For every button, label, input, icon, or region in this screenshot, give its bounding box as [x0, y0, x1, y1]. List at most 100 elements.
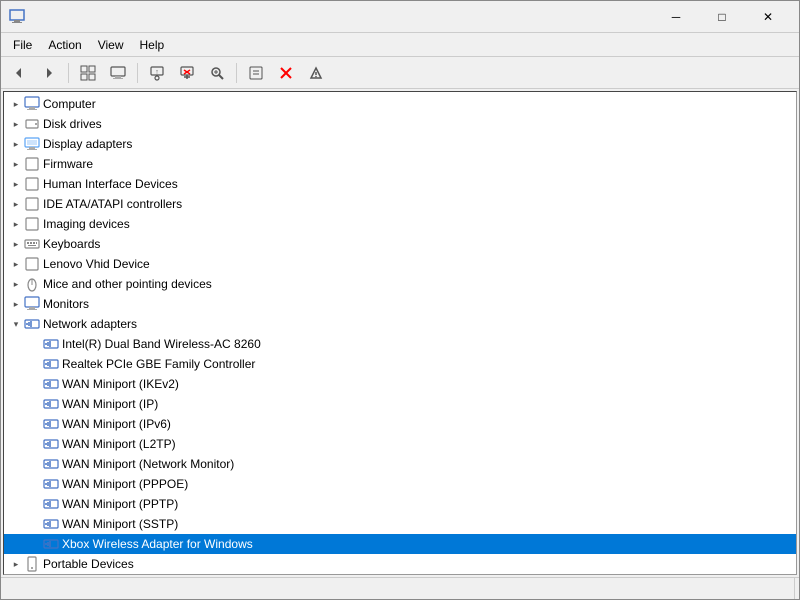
item-icon-computer: [24, 96, 40, 112]
update-driver-button[interactable]: ↑: [143, 60, 171, 86]
item-icon-portable: [24, 556, 40, 572]
item-icon-ide: [24, 196, 40, 212]
expander-placeholder: [27, 436, 43, 452]
item-icon-monitors: [24, 296, 40, 312]
expand-icon[interactable]: ▸: [8, 216, 24, 232]
expand-icon[interactable]: ▸: [8, 196, 24, 212]
expand-icon[interactable]: ▸: [8, 236, 24, 252]
show-devices-button[interactable]: [74, 60, 102, 86]
tree-item-wan-ip[interactable]: WAN Miniport (IP): [4, 394, 796, 414]
tree-item-wan-pppoe[interactable]: WAN Miniport (PPPOE): [4, 474, 796, 494]
tree-item-computer[interactable]: ▸ Computer: [4, 94, 796, 114]
tree-item-imaging[interactable]: ▸ Imaging devices: [4, 214, 796, 234]
item-label-firmware: Firmware: [43, 157, 93, 171]
item-icon-wan-ipv6: [43, 416, 59, 432]
tree-item-wan-pptp[interactable]: WAN Miniport (PPTP): [4, 494, 796, 514]
title-bar-left: [9, 9, 31, 25]
tree-item-lenovo[interactable]: ▸ Lenovo Vhid Device: [4, 254, 796, 274]
item-label-disk-drives: Disk drives: [43, 117, 102, 131]
menu-file[interactable]: File: [5, 36, 40, 54]
maximize-button[interactable]: □: [699, 1, 745, 33]
uninstall-button[interactable]: [173, 60, 201, 86]
properties2-button[interactable]: [302, 60, 330, 86]
item-label-mice: Mice and other pointing devices: [43, 277, 212, 291]
item-icon-hid: [24, 176, 40, 192]
menu-view[interactable]: View: [90, 36, 132, 54]
tree-item-realtek[interactable]: Realtek PCIe GBE Family Controller: [4, 354, 796, 374]
tree-item-disk-drives[interactable]: ▸ Disk drives: [4, 114, 796, 134]
item-label-wan-ikev2: WAN Miniport (IKEv2): [62, 377, 179, 391]
expand-icon[interactable]: ▸: [8, 136, 24, 152]
tree-item-keyboards[interactable]: ▸ Keyboards: [4, 234, 796, 254]
item-icon-disk-drives: [24, 116, 40, 132]
expand-icon[interactable]: ▸: [8, 116, 24, 132]
computer-view-button[interactable]: [104, 60, 132, 86]
item-icon-intel-dual: [43, 336, 59, 352]
menu-bar: File Action View Help: [1, 33, 799, 57]
device-tree[interactable]: ▸ Computer ▸ Disk drives ▸ Display adapt…: [3, 91, 797, 575]
item-label-monitors: Monitors: [43, 297, 89, 311]
item-icon-wan-netmon: [43, 456, 59, 472]
close-button[interactable]: ✕: [745, 1, 791, 33]
item-label-realtek: Realtek PCIe GBE Family Controller: [62, 357, 255, 371]
expand-icon[interactable]: ▸: [8, 96, 24, 112]
tree-item-ide[interactable]: ▸ IDE ATA/ATAPI controllers: [4, 194, 796, 214]
tree-item-portable[interactable]: ▸ Portable Devices: [4, 554, 796, 574]
status-bar: [1, 577, 799, 599]
tree-item-wan-sstp[interactable]: WAN Miniport (SSTP): [4, 514, 796, 534]
computer-view-icon: [110, 65, 126, 81]
expand-icon[interactable]: ▸: [8, 256, 24, 272]
item-icon-keyboards: [24, 236, 40, 252]
tree-item-hid[interactable]: ▸ Human Interface Devices: [4, 174, 796, 194]
item-icon-wan-ip: [43, 396, 59, 412]
toolbar-sep-2: [137, 63, 138, 83]
show-devices-icon: [80, 65, 96, 81]
expand-icon[interactable]: ▸: [8, 276, 24, 292]
item-icon-wan-pppoe: [43, 476, 59, 492]
scan-hardware-icon: [209, 65, 225, 81]
update-driver-icon: ↑: [149, 65, 165, 81]
item-label-display-adapters: Display adapters: [43, 137, 132, 151]
tree-item-wan-l2tp[interactable]: WAN Miniport (L2TP): [4, 434, 796, 454]
item-icon-display-adapters: [24, 136, 40, 152]
properties2-icon: [308, 65, 324, 81]
properties1-button[interactable]: [242, 60, 270, 86]
forward-button[interactable]: [35, 60, 63, 86]
tree-item-xbox[interactable]: Xbox Wireless Adapter for Windows: [4, 534, 796, 554]
item-label-portable: Portable Devices: [43, 557, 134, 571]
tree-item-intel-dual[interactable]: Intel(R) Dual Band Wireless-AC 8260: [4, 334, 796, 354]
back-button[interactable]: [5, 60, 33, 86]
status-text: [5, 578, 795, 599]
item-label-wan-pppoe: WAN Miniport (PPPOE): [62, 477, 188, 491]
delete-button[interactable]: [272, 60, 300, 86]
tree-item-wan-ikev2[interactable]: WAN Miniport (IKEv2): [4, 374, 796, 394]
item-icon-wan-l2tp: [43, 436, 59, 452]
menu-action[interactable]: Action: [40, 36, 89, 54]
tree-item-print-queues[interactable]: ▸ Print queues: [4, 574, 796, 575]
collapse-icon[interactable]: ▾: [8, 316, 24, 332]
tree-item-network[interactable]: ▾ Network adapters: [4, 314, 796, 334]
tree-item-display-adapters[interactable]: ▸ Display adapters: [4, 134, 796, 154]
menu-help[interactable]: Help: [132, 36, 173, 54]
toolbar-sep-1: [68, 63, 69, 83]
item-label-xbox: Xbox Wireless Adapter for Windows: [62, 537, 253, 551]
expander-placeholder: [27, 476, 43, 492]
expand-icon[interactable]: ▸: [8, 176, 24, 192]
item-label-ide: IDE ATA/ATAPI controllers: [43, 197, 182, 211]
item-label-computer: Computer: [43, 97, 96, 111]
tree-item-wan-ipv6[interactable]: WAN Miniport (IPv6): [4, 414, 796, 434]
expand-icon[interactable]: ▸: [8, 556, 24, 572]
scan-hardware-button[interactable]: [203, 60, 231, 86]
expand-icon[interactable]: ▸: [8, 156, 24, 172]
tree-item-monitors[interactable]: ▸ Monitors: [4, 294, 796, 314]
expand-icon[interactable]: ▸: [8, 296, 24, 312]
item-label-hid: Human Interface Devices: [43, 177, 178, 191]
tree-item-wan-netmon[interactable]: WAN Miniport (Network Monitor): [4, 454, 796, 474]
minimize-button[interactable]: ─: [653, 1, 699, 33]
item-icon-mice: [24, 276, 40, 292]
tree-item-firmware[interactable]: ▸ Firmware: [4, 154, 796, 174]
toolbar-sep-3: [236, 63, 237, 83]
expander-placeholder: [27, 416, 43, 432]
uninstall-icon: [179, 65, 195, 81]
tree-item-mice[interactable]: ▸ Mice and other pointing devices: [4, 274, 796, 294]
